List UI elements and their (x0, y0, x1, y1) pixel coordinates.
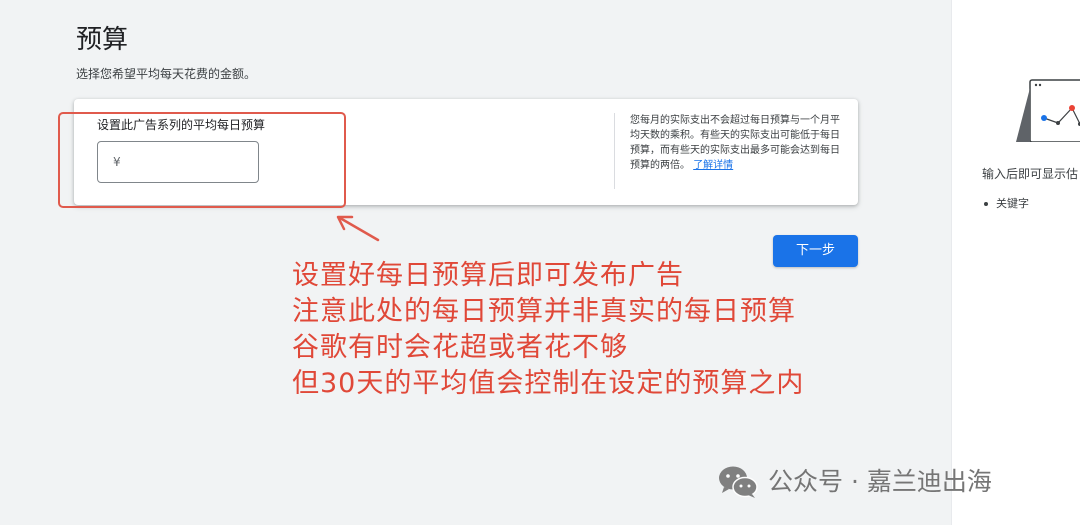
card-divider (614, 113, 615, 189)
panel-estimate-text: 输入后即可显示估 (982, 167, 1079, 181)
bullet-icon (984, 202, 988, 206)
annotation-line: 但30天的平均值会控制在设定的预算之内 (292, 368, 805, 399)
page-subtitle: 选择您希望平均每天花费的金额。 (76, 67, 257, 81)
page-title: 预算 (76, 25, 129, 55)
annotation-arrow-icon (336, 215, 380, 242)
annotation-line: 设置好每日预算后即可发布广告 (292, 260, 684, 291)
budget-help-text: 您每月的实际支出不会超过每日预算与一个月平均天数的乘积。有些天的实际支出可能低于… (630, 113, 844, 173)
annotation-line: 注意此处的每日预算并非真实的每日预算 (292, 296, 796, 327)
watermark-text: 公众号 · 嘉兰迪出海 (768, 467, 992, 496)
panel-keyword-item: 关键字 (984, 196, 1029, 212)
wechat-icon (719, 466, 758, 498)
chart-illustration-icon (1016, 79, 1080, 142)
annotation-highlight-box (58, 112, 346, 208)
panel-keyword-label: 关键字 (996, 197, 1029, 210)
learn-more-link[interactable]: 了解详情 (693, 160, 733, 171)
right-side-panel: 输入后即可显示估 关键字 (951, 0, 1080, 525)
annotation-line: 谷歌有时会花超或者花不够 (292, 332, 628, 363)
watermark: 公众号 · 嘉兰迪出海 (718, 464, 992, 500)
budget-help-body: 您每月的实际支出不会超过每日预算与一个月平均天数的乘积。有些天的实际支出可能低于… (630, 115, 840, 171)
main-content: 预算 选择您希望平均每天花费的金额。 设置此广告系列的平均每日预算 ¥ 您每月的… (0, 0, 950, 525)
annotation-text: 设置好每日预算后即可发布广告 注意此处的每日预算并非真实的每日预算 谷歌有时会花… (292, 258, 804, 402)
